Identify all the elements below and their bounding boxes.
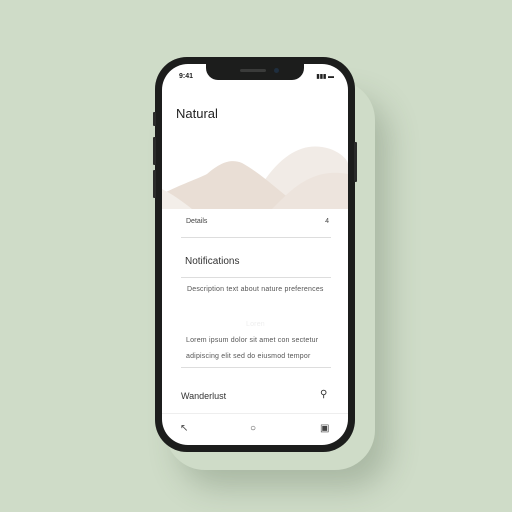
- details-label: Details: [186, 218, 208, 225]
- section-title: Notifications: [185, 256, 240, 267]
- divider: [181, 334, 331, 368]
- footer-label[interactable]: Wanderlust: [181, 391, 226, 401]
- status-time: 9:41: [179, 73, 194, 80]
- faint-text: Loren: [246, 321, 265, 328]
- mute-switch: [153, 112, 156, 126]
- phone-frame: 9:41 ▮▮▮ ▬ Natural Details 4 Notificatio…: [153, 57, 357, 452]
- volume-up-button: [153, 137, 156, 165]
- search-icon[interactable]: ⚲: [320, 389, 327, 400]
- camera: [274, 68, 279, 73]
- volume-down-button: [153, 170, 156, 198]
- tabs-icon[interactable]: ▣: [320, 423, 329, 434]
- bottom-nav: ↖ ○ ▣: [162, 413, 348, 445]
- back-icon[interactable]: ↖: [180, 423, 188, 434]
- home-icon[interactable]: ○: [250, 423, 256, 434]
- details-value: 4: [325, 218, 329, 225]
- page-title: Natural: [176, 106, 218, 121]
- section-header: Notifications: [181, 244, 331, 278]
- speaker: [240, 69, 266, 72]
- power-button: [354, 142, 357, 182]
- notch: [206, 64, 304, 80]
- details-row[interactable]: Details 4: [181, 209, 331, 238]
- mountain-illustration: [162, 139, 348, 209]
- screen: 9:41 ▮▮▮ ▬ Natural Details 4 Notificatio…: [162, 64, 348, 445]
- status-icons: ▮▮▮ ▬: [316, 74, 334, 80]
- description-text: Description text about nature preference…: [187, 286, 324, 293]
